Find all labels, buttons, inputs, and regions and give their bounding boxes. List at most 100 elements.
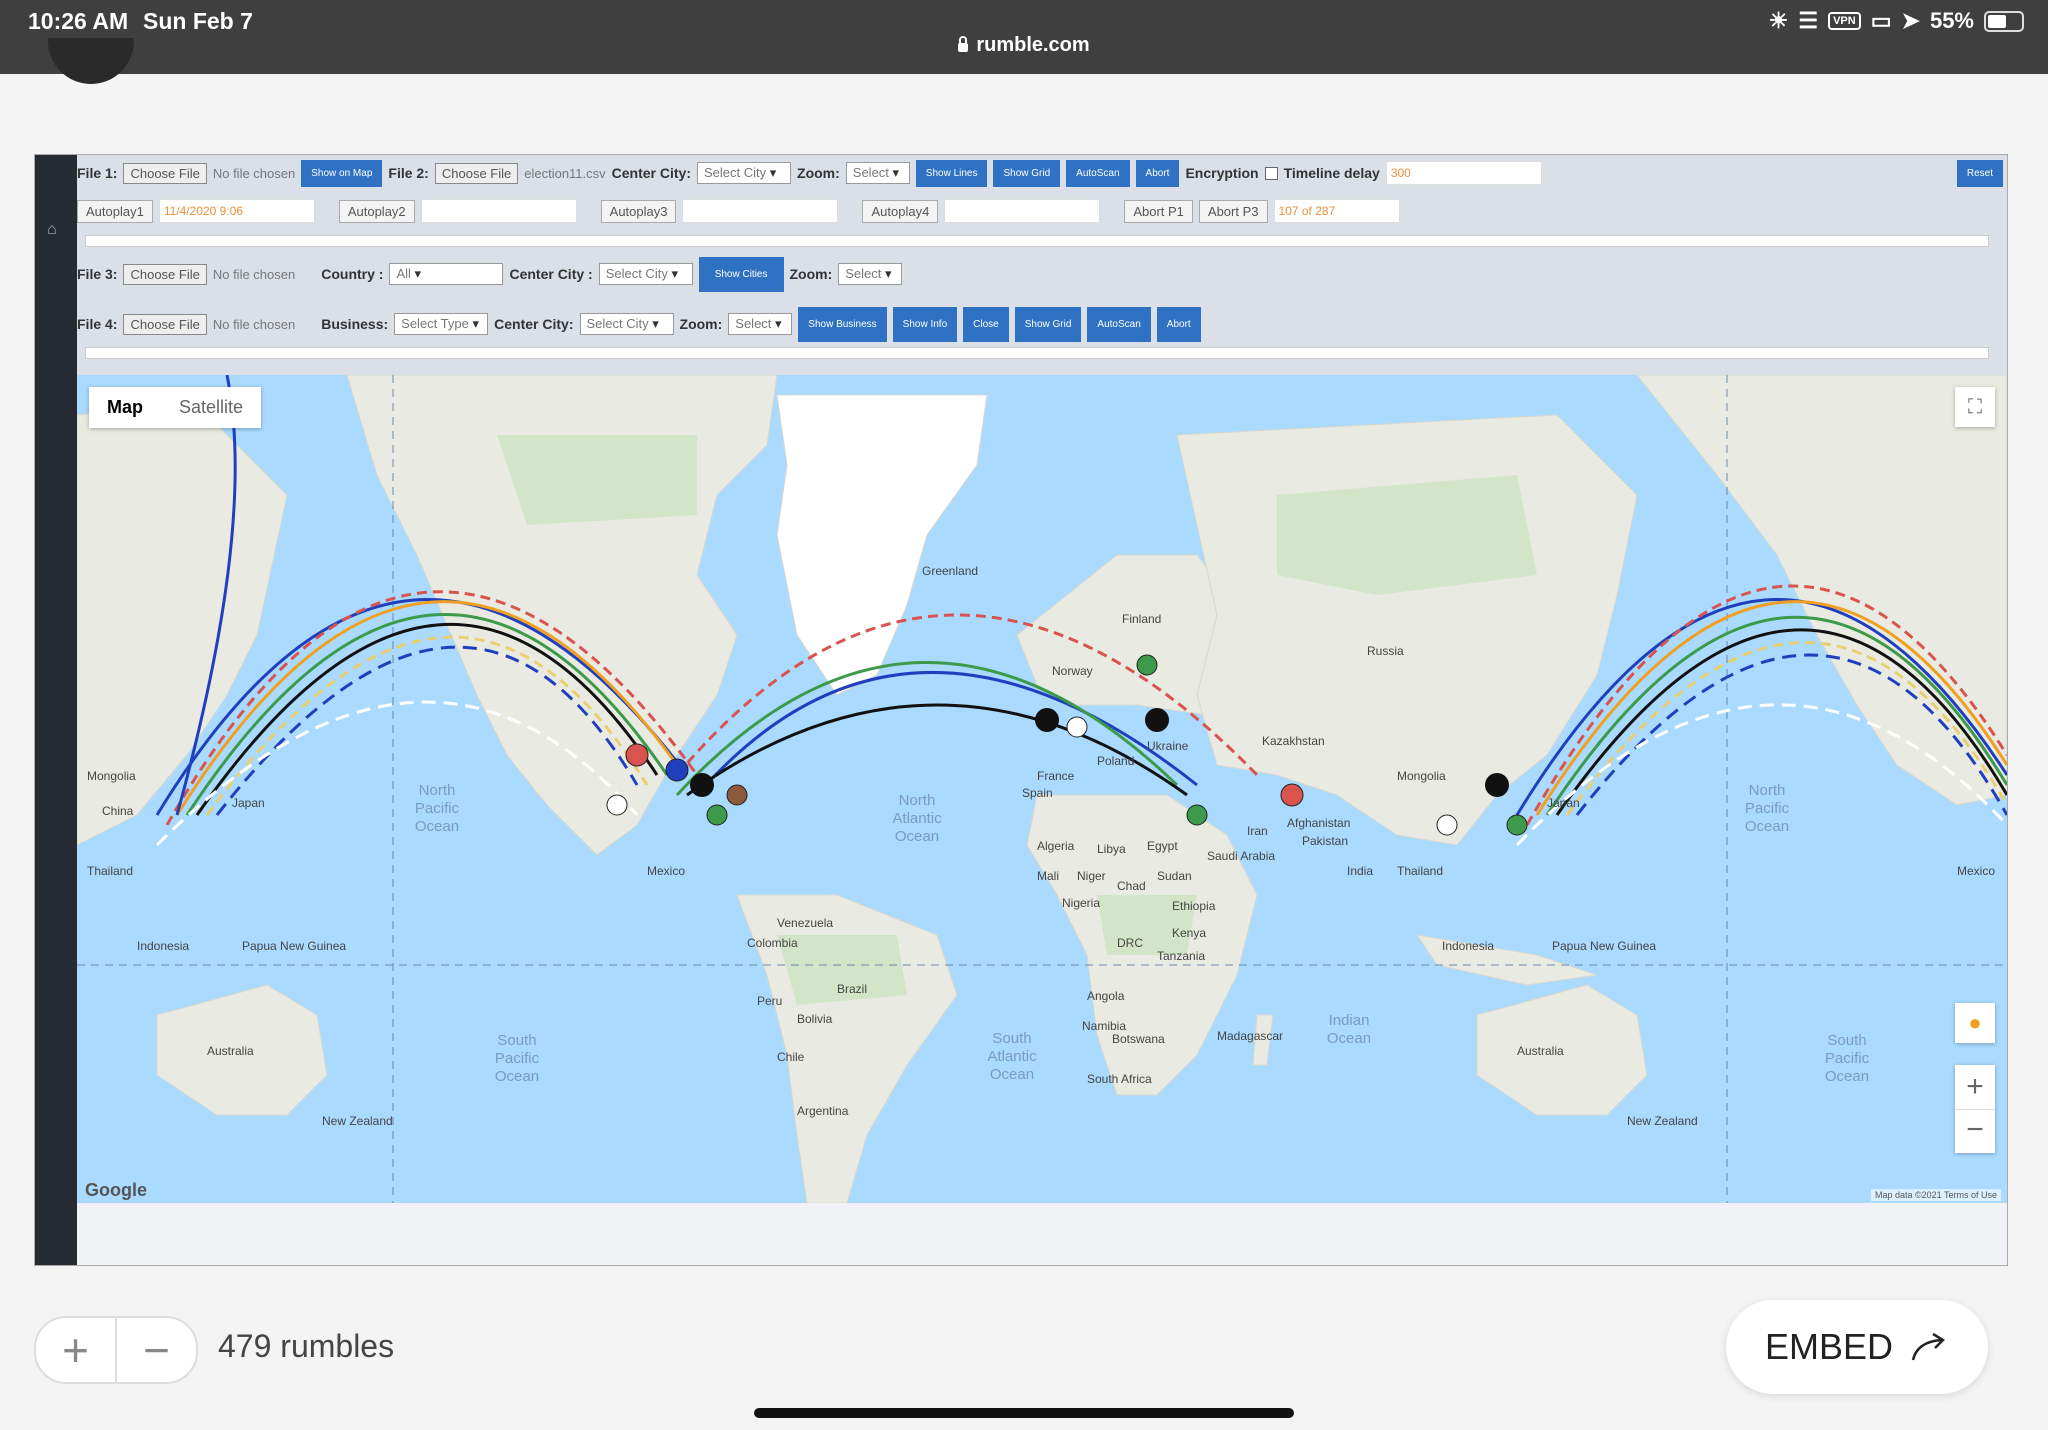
- show-on-map-button[interactable]: Show on Map: [301, 159, 383, 187]
- status-bar: 10:26 AM Sun Feb 7 rumble.com ☀ ☰ VPN ▭ …: [0, 0, 2048, 74]
- show-grid-button-4[interactable]: Show Grid: [1014, 306, 1082, 342]
- label-afghanistan: Afghanistan: [1287, 816, 1350, 830]
- abort-p3-button[interactable]: Abort P3: [1198, 199, 1268, 223]
- show-lines-button[interactable]: Show Lines: [915, 159, 988, 187]
- pin-green-jp: [1506, 814, 1528, 836]
- file1-label: File 1:: [77, 165, 118, 181]
- encryption-checkbox[interactable]: [1264, 166, 1278, 180]
- brightness-icon: ☀: [1768, 8, 1789, 33]
- pin-green-it: [1186, 804, 1208, 826]
- timeline-slider-2[interactable]: [85, 347, 1989, 359]
- rumble-up-button[interactable]: +: [36, 1318, 117, 1382]
- video-player[interactable]: ⌂ File 1: Choose File No file chosen Sho…: [34, 154, 2008, 1266]
- abort-button[interactable]: Abort: [1135, 159, 1180, 187]
- embed-label: EMBED: [1764, 1326, 1894, 1367]
- label-nz-left: New Zealand: [322, 1114, 393, 1128]
- fullscreen-icon[interactable]: ⛶: [1955, 387, 1995, 427]
- map-attribution[interactable]: Map data ©2021 Terms of Use: [1870, 1189, 2001, 1201]
- timeline-slider-1[interactable]: [85, 235, 1989, 247]
- zoom-select-3[interactable]: Select: [838, 263, 903, 285]
- zoom-in-icon[interactable]: +: [1955, 1065, 1995, 1110]
- autoplay2-button[interactable]: Autoplay2: [338, 199, 415, 223]
- autoplay3-input[interactable]: [682, 199, 839, 223]
- abort-button-4[interactable]: Abort: [1156, 306, 1201, 342]
- location-icon: ➤: [1901, 8, 1920, 33]
- file4-choose-button[interactable]: Choose File: [123, 313, 207, 335]
- zoom-select[interactable]: Select: [845, 162, 910, 184]
- url-text: rumble.com: [976, 34, 1090, 56]
- center-city-select-3[interactable]: Select City: [598, 263, 693, 285]
- country-select[interactable]: All: [389, 263, 504, 285]
- pin-brown: [726, 784, 748, 806]
- map-canvas[interactable]: Greenland Finland Norway Russia Kazakhst…: [77, 375, 2007, 1203]
- autoplay4-input[interactable]: [944, 199, 1101, 223]
- label-thailand-right: Thailand: [1397, 864, 1443, 878]
- center-city-select[interactable]: Select City: [697, 162, 792, 184]
- autoplay1-button[interactable]: Autoplay1: [77, 199, 153, 223]
- pegman-icon[interactable]: ●: [1955, 1003, 1995, 1043]
- label-venezuela: Venezuela: [777, 916, 833, 930]
- label-niger: Niger: [1077, 869, 1106, 883]
- rumble-down-button[interactable]: −: [117, 1318, 196, 1382]
- file3-choose-button[interactable]: Choose File: [123, 263, 207, 285]
- satellite-tab[interactable]: Satellite: [161, 387, 261, 428]
- business-select[interactable]: Select Type: [394, 313, 489, 335]
- label-ukraine: Ukraine: [1147, 739, 1189, 753]
- pin-green: [706, 804, 728, 826]
- autoscan-button-4[interactable]: AutoScan: [1087, 306, 1151, 342]
- center-city-label-3: Center City :: [509, 266, 593, 282]
- battery-fill: [1988, 14, 2006, 28]
- pin-red-af: [1280, 783, 1304, 807]
- abort-p1-button[interactable]: Abort P1: [1124, 199, 1193, 223]
- label-mexico-right: Mexico: [1957, 864, 1995, 878]
- label-greenland: Greenland: [922, 564, 978, 578]
- world-map[interactable]: Greenland Finland Norway Russia Kazakhst…: [77, 375, 2007, 1203]
- label-namibia: Namibia: [1082, 1019, 1126, 1033]
- video-left-bar: ⌂: [35, 155, 77, 1265]
- reset-button[interactable]: Reset: [1956, 159, 2003, 187]
- show-info-button[interactable]: Show Info: [892, 306, 958, 342]
- label-france: France: [1037, 769, 1075, 783]
- label-australia-left: Australia: [207, 1044, 254, 1058]
- zoom-select-4[interactable]: Select: [728, 313, 793, 335]
- label-norway: Norway: [1052, 664, 1093, 678]
- show-business-button[interactable]: Show Business: [798, 306, 887, 342]
- timeline-delay-input[interactable]: 300: [1385, 161, 1542, 185]
- ocean-label-north-pacific-r: North Pacific Ocean: [1745, 782, 1790, 835]
- label-peru: Peru: [757, 994, 782, 1008]
- file2-choose-button[interactable]: Choose File: [434, 162, 519, 184]
- business-label: Business:: [321, 316, 389, 332]
- zoom-label-3: Zoom:: [789, 266, 833, 282]
- close-button[interactable]: Close: [963, 306, 1009, 342]
- center-city-select-4[interactable]: Select City: [579, 313, 674, 335]
- zoom-out-icon[interactable]: −: [1955, 1110, 1995, 1154]
- map-tab[interactable]: Map: [89, 387, 161, 428]
- show-grid-button[interactable]: Show Grid: [993, 159, 1061, 187]
- control-row-2: Autoplay1 11/4/2020 9:06 Autoplay2 Autop…: [77, 193, 2007, 229]
- label-madagascar: Madagascar: [1217, 1029, 1283, 1043]
- file2-label: File 2:: [388, 165, 429, 181]
- show-cities-button[interactable]: Show Cities: [698, 256, 784, 292]
- address-bar[interactable]: rumble.com: [0, 34, 2048, 57]
- autoplay4-button[interactable]: Autoplay4: [862, 199, 939, 223]
- autoplay1-input[interactable]: 11/4/2020 9:06: [158, 199, 315, 223]
- label-mongolia-left: Mongolia: [87, 769, 136, 783]
- embed-button[interactable]: EMBED: [1726, 1300, 1988, 1394]
- autoplay2-input[interactable]: [420, 199, 577, 223]
- ocean-label-north-pacific-l: North Pacific Ocean: [415, 782, 460, 835]
- label-ethiopia: Ethiopia: [1172, 899, 1216, 913]
- autoplay3-button[interactable]: Autoplay3: [600, 199, 677, 223]
- pin-black-eu: [1035, 708, 1059, 732]
- pin-white: [606, 794, 628, 816]
- avatar[interactable]: [48, 38, 134, 84]
- video-bottom-bar: [77, 1203, 2007, 1265]
- label-mongolia-right: Mongolia: [1397, 769, 1446, 783]
- autoscan-button[interactable]: AutoScan: [1066, 159, 1130, 187]
- label-iran: Iran: [1247, 824, 1268, 838]
- label-finland: Finland: [1122, 612, 1161, 626]
- file1-choose-button[interactable]: Choose File: [123, 162, 207, 184]
- label-botswana: Botswana: [1112, 1032, 1165, 1046]
- center-city-label-4: Center City:: [494, 316, 574, 332]
- ocean-label-south-pacific-r: South Pacific Ocean: [1825, 1032, 1870, 1085]
- label-japan-right: Japan: [1547, 796, 1580, 810]
